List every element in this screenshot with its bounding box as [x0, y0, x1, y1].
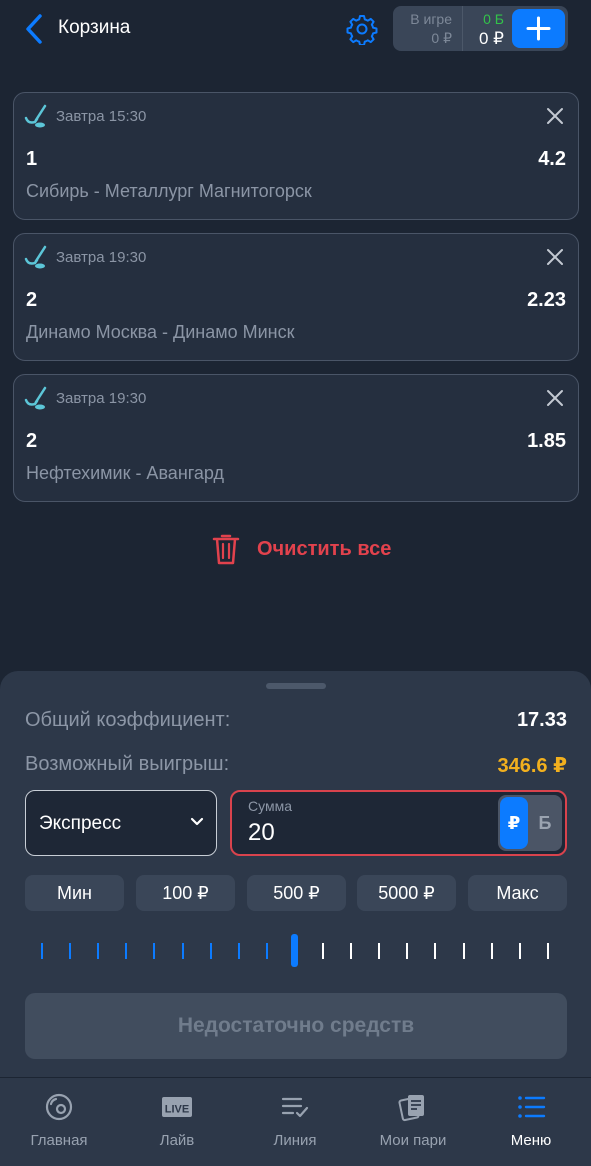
event-time: Завтра 19:30 — [56, 249, 147, 266]
tab-live[interactable]: LIVE Лайв — [118, 1078, 236, 1166]
currency-toggle: ₽ Б — [498, 795, 562, 851]
hockey-icon — [24, 386, 47, 410]
gear-icon — [346, 15, 378, 46]
slider-tick — [69, 943, 72, 959]
possible-win-value: 346.6 ₽ — [497, 755, 567, 777]
bet-card: Завтра 19:30 2 1.85 Нефтехимик - Авангар… — [13, 374, 579, 502]
slider-tick — [41, 943, 43, 959]
hockey-icon — [24, 245, 47, 269]
stake-field: Сумма ₽ Б — [230, 790, 567, 856]
line-icon — [281, 1097, 309, 1118]
bet-odds: 4.2 — [538, 148, 566, 170]
slider-tick — [490, 943, 493, 959]
menu-icon — [518, 1096, 546, 1118]
bet-outcome: 2 — [26, 430, 38, 452]
slider-tick — [265, 943, 268, 959]
event-time: Завтра 15:30 — [56, 108, 147, 125]
stake-slider[interactable] — [25, 929, 567, 973]
tab-label: Главная — [30, 1132, 88, 1149]
currency-rub-option[interactable]: ₽ — [500, 797, 528, 849]
stake-input[interactable] — [248, 818, 478, 848]
slider-tick — [434, 943, 437, 959]
match-name: Нефтехимик - Авангард — [26, 463, 225, 483]
quick-amount-100[interactable]: 100 ₽ — [136, 875, 235, 911]
stake-label: Сумма — [248, 798, 292, 814]
chevron-left-icon — [26, 14, 42, 44]
clear-all-label: Очистить все — [257, 538, 392, 560]
bet-type-select[interactable]: Экспресс — [25, 790, 217, 856]
tab-home[interactable]: Главная — [0, 1078, 118, 1166]
bet-slip-sheet: Общий коэффициент: 17.33 Возможный выигр… — [0, 671, 591, 1081]
bet-odds: 1.85 — [527, 430, 566, 452]
trash-icon — [212, 534, 240, 565]
currency-bonus-option[interactable]: Б — [530, 797, 560, 849]
bet-odds: 2.23 — [527, 289, 566, 311]
slider-tick — [209, 943, 212, 959]
sheet-grabber[interactable] — [266, 683, 326, 689]
bonus-balance: 0 Б — [483, 11, 504, 27]
my-bets-icon — [398, 1095, 424, 1122]
total-odds-value: 17.33 — [516, 709, 567, 731]
plus-icon — [526, 16, 551, 41]
page-title: Корзина — [58, 17, 131, 38]
in-game-balance: В игре 0 ₽ — [393, 6, 463, 51]
slider-tick — [350, 943, 353, 959]
back-button[interactable] — [20, 12, 50, 46]
bet-card: Завтра 19:30 2 2.23 Динамо Москва - Дина… — [13, 233, 579, 361]
bet-type-value: Экспресс — [39, 813, 122, 834]
match-name: Динамо Москва - Динамо Минск — [26, 322, 295, 342]
tab-my-bets[interactable]: Мои пари — [354, 1078, 472, 1166]
slider-tick — [322, 943, 324, 959]
bet-outcome: 1 — [26, 148, 38, 170]
svg-text:LIVE: LIVE — [165, 1104, 189, 1116]
tab-label: Меню — [510, 1132, 552, 1149]
slider-tick — [97, 943, 100, 959]
settings-button[interactable] — [346, 13, 378, 46]
slider-thumb[interactable] — [291, 934, 299, 967]
home-icon — [45, 1093, 73, 1121]
event-time: Завтра 19:30 — [56, 390, 147, 407]
tab-menu[interactable]: Меню — [472, 1078, 590, 1166]
header: Корзина В игре 0 ₽ 0 Б 0 ₽ — [0, 0, 591, 58]
quick-amount-max[interactable]: Макс — [468, 875, 567, 911]
quick-amount-min[interactable]: Мин — [25, 875, 124, 911]
tab-line[interactable]: Линия — [236, 1078, 354, 1166]
chevron-down-icon — [190, 817, 204, 826]
close-icon[interactable] — [544, 105, 566, 127]
match-name: Сибирь - Металлург Магнитогорск — [26, 181, 312, 201]
tab-label: Мои пари — [379, 1132, 447, 1149]
account-balance: 0 Б 0 ₽ — [464, 6, 510, 51]
bet-outcome: 2 — [26, 289, 38, 311]
deposit-button[interactable] — [512, 9, 565, 48]
slider-tick — [546, 943, 549, 959]
slider-tick — [406, 943, 409, 959]
quick-amount-5000[interactable]: 5000 ₽ — [357, 875, 456, 911]
slider-tick — [181, 943, 184, 959]
slider-tick — [462, 943, 465, 959]
tab-bar: Главная LIVE Лайв Линия Мои пари Меню — [0, 1077, 591, 1166]
money-balance: 0 ₽ — [479, 29, 504, 48]
close-icon[interactable] — [544, 387, 566, 409]
total-odds-label: Общий коэффициент: — [25, 709, 231, 731]
in-game-label: В игре — [410, 11, 452, 27]
slider-tick — [518, 943, 521, 959]
slider-tick — [237, 943, 240, 959]
slider-tick — [125, 943, 128, 959]
quick-amount-500[interactable]: 500 ₽ — [247, 875, 346, 911]
tab-label: Линия — [273, 1132, 317, 1149]
balance-widget[interactable]: В игре 0 ₽ 0 Б 0 ₽ — [393, 6, 568, 51]
possible-win-label: Возможный выигрыш: — [25, 753, 230, 775]
place-bet-button[interactable]: Недостаточно средств — [25, 993, 567, 1059]
hockey-icon — [24, 104, 47, 128]
live-icon: LIVE — [162, 1097, 192, 1117]
close-icon[interactable] — [544, 246, 566, 268]
slider-tick — [153, 943, 156, 959]
bet-card: Завтра 15:30 1 4.2 Сибирь - Металлург Ма… — [13, 92, 579, 220]
tab-label: Лайв — [159, 1132, 195, 1149]
slider-tick — [378, 943, 381, 959]
in-game-value: 0 ₽ — [431, 30, 452, 46]
